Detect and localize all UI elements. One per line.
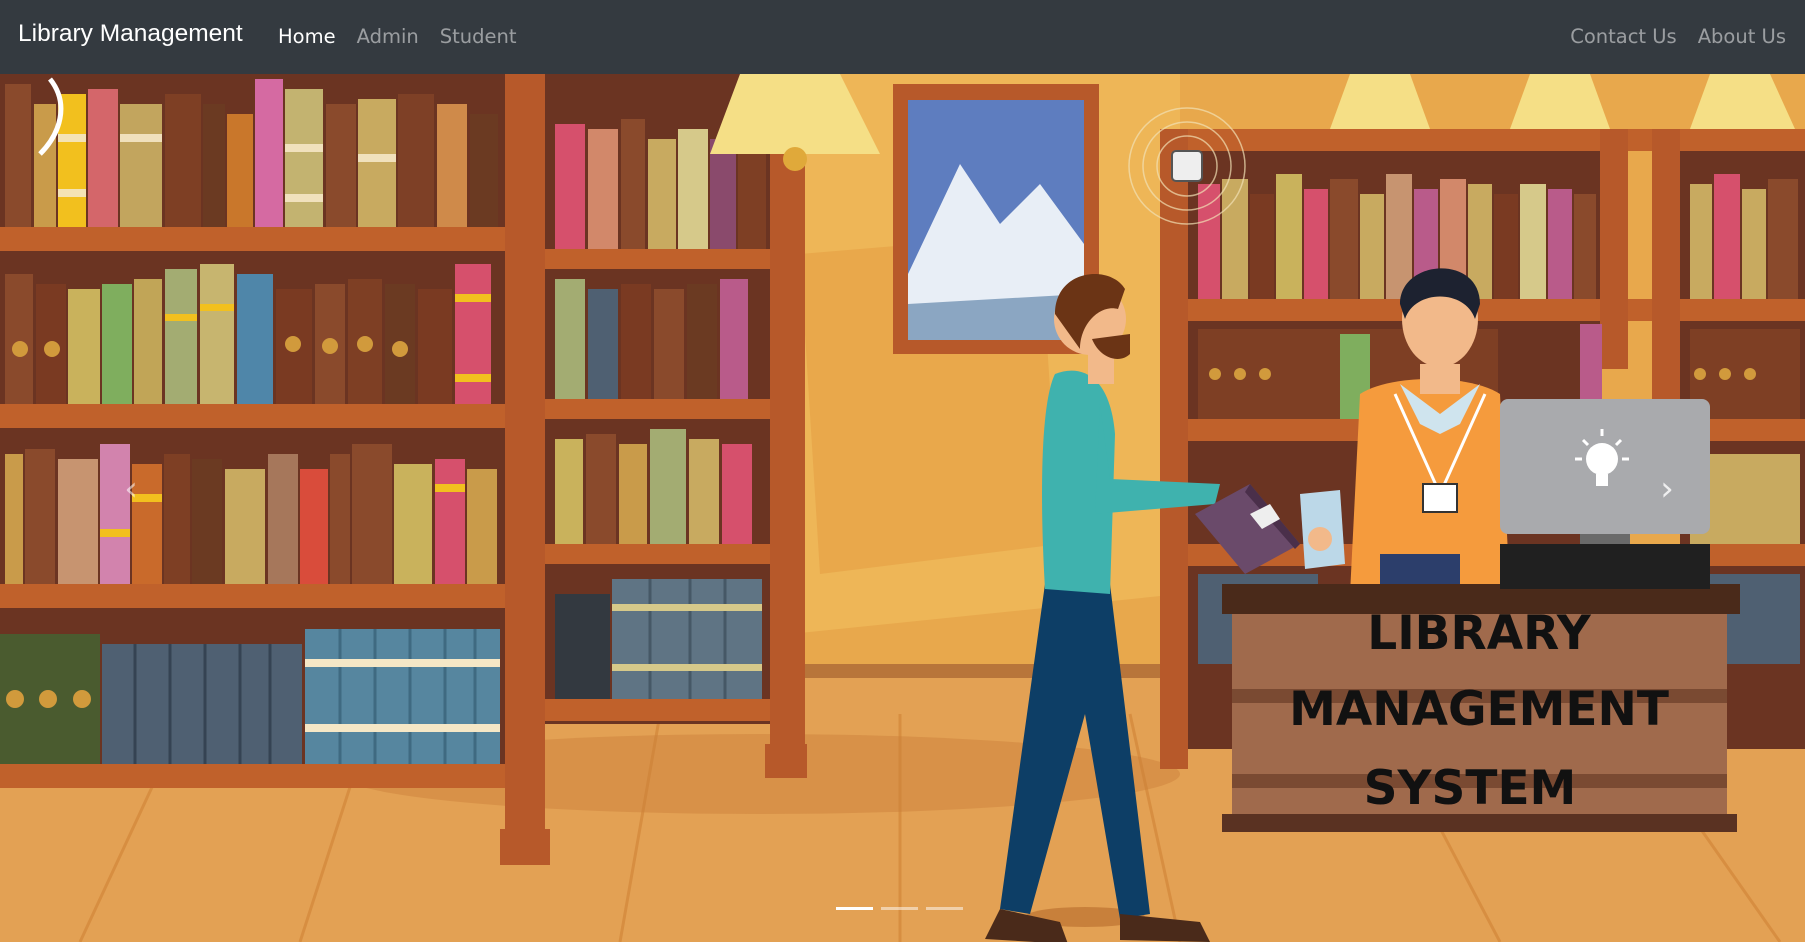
chevron-right-icon: › <box>1660 469 1674 509</box>
navbar: Library Management Home Admin Student Co… <box>0 0 1805 74</box>
nav-link-contact-us[interactable]: Contact Us <box>1570 0 1677 74</box>
carousel-indicator-3[interactable] <box>926 907 963 910</box>
nav-link-admin[interactable]: Admin <box>357 0 419 74</box>
chevron-left-icon: ‹ <box>124 469 138 509</box>
nav-left: Home Admin Student <box>278 0 538 74</box>
nav-link-student[interactable]: Student <box>440 0 517 74</box>
carousel-indicator-1[interactable] <box>836 907 873 910</box>
navbar-brand[interactable]: Library Management <box>18 20 243 48</box>
carousel-prev-button[interactable]: ‹ <box>101 459 161 519</box>
hero-carousel: LIBRARY MANAGEMENT SYSTEM ‹ › <box>0 74 1805 942</box>
nav-link-about-us[interactable]: About Us <box>1698 0 1786 74</box>
sign-line-management: MANAGEMENT <box>1289 682 1669 737</box>
carousel-indicator-2[interactable] <box>881 907 918 910</box>
nav-link-home[interactable]: Home <box>278 0 336 74</box>
page: Library Management Home Admin Student Co… <box>0 0 1805 942</box>
sign-line-library: LIBRARY <box>1367 606 1591 661</box>
sign-line-system: SYSTEM <box>1363 761 1577 816</box>
nav-right: Contact Us About Us <box>1549 0 1786 74</box>
carousel-indicators <box>836 907 963 910</box>
carousel-next-button[interactable]: › <box>1637 459 1697 519</box>
